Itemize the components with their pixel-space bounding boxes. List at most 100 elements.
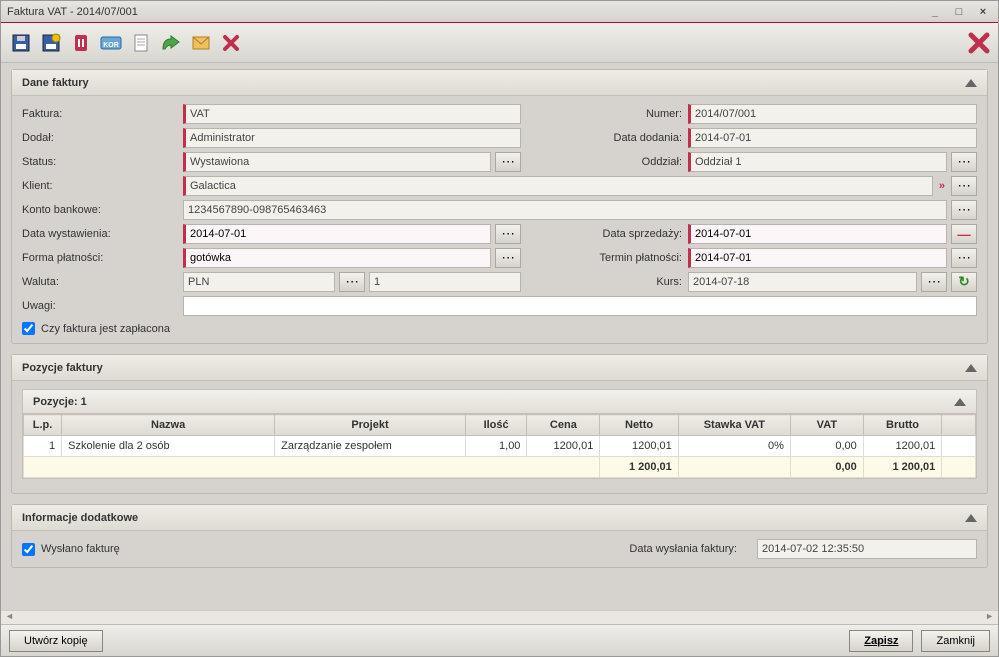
panel-header-info[interactable]: Informacje dodatkowe bbox=[12, 505, 987, 531]
correction-icon[interactable]: KOR bbox=[99, 31, 123, 55]
panel-title: Dane faktury bbox=[22, 77, 89, 89]
col-lp: L.p. bbox=[24, 415, 62, 436]
checkbox-zaplacona[interactable] bbox=[22, 322, 35, 335]
field-data-wyslania[interactable] bbox=[757, 539, 977, 559]
panel-info: Informacje dodatkowe Wysłano fakturę Dat… bbox=[11, 504, 988, 568]
panel-header-dane[interactable]: Dane faktury bbox=[12, 70, 987, 96]
col-brutto: Brutto bbox=[863, 415, 941, 436]
label-oddzial: Oddział: bbox=[527, 156, 682, 168]
collapse-icon[interactable] bbox=[965, 514, 977, 522]
send-icon[interactable] bbox=[159, 31, 183, 55]
panel-title: Informacje dodatkowe bbox=[22, 512, 138, 524]
field-oddzial[interactable] bbox=[688, 152, 947, 172]
field-status[interactable] bbox=[183, 152, 491, 172]
collapse-icon[interactable] bbox=[965, 79, 977, 87]
btn-waluta[interactable]: ⋯ bbox=[339, 272, 365, 292]
document-icon[interactable] bbox=[129, 31, 153, 55]
horizontal-scrollbar[interactable]: ◄► bbox=[1, 610, 998, 624]
field-waluta-num[interactable] bbox=[369, 272, 521, 292]
cell-ilosc: 1,00 bbox=[465, 436, 527, 457]
col-stawka: Stawka VAT bbox=[678, 415, 790, 436]
window-title: Faktura VAT - 2014/07/001 bbox=[7, 6, 138, 18]
arrow-icon[interactable]: » bbox=[937, 180, 947, 192]
save-icon[interactable] bbox=[9, 31, 33, 55]
col-cena: Cena bbox=[527, 415, 600, 436]
field-numer[interactable] bbox=[688, 104, 977, 124]
field-faktura[interactable] bbox=[183, 104, 521, 124]
field-data-dodania[interactable] bbox=[688, 128, 977, 148]
btn-klient[interactable]: ⋯ bbox=[951, 176, 977, 196]
panel-header-pozycje[interactable]: Pozycje faktury bbox=[12, 355, 987, 381]
collapse-icon[interactable] bbox=[965, 364, 977, 372]
label-wyslano: Wysłano fakturę bbox=[41, 543, 120, 555]
table-row[interactable]: 1 Szkolenie dla 2 osób Zarządzanie zespo… bbox=[24, 436, 976, 457]
field-dodal[interactable] bbox=[183, 128, 521, 148]
cell-lp: 1 bbox=[24, 436, 62, 457]
col-ilosc: Ilość bbox=[465, 415, 527, 436]
minimize-button[interactable]: _ bbox=[926, 5, 944, 19]
collapse-icon[interactable] bbox=[954, 398, 966, 406]
field-uwagi[interactable] bbox=[183, 296, 977, 316]
field-kurs[interactable] bbox=[688, 272, 917, 292]
btn-zapisz[interactable]: Zapisz bbox=[849, 630, 913, 652]
field-termin-plat[interactable] bbox=[688, 248, 947, 268]
save-close-icon[interactable] bbox=[39, 31, 63, 55]
cell-nazwa: Szkolenie dla 2 osób bbox=[62, 436, 275, 457]
total-brutto: 1 200,01 bbox=[863, 457, 941, 478]
btn-kurs-refresh[interactable]: ↻ bbox=[951, 272, 977, 292]
cancel-icon[interactable] bbox=[219, 31, 243, 55]
footer: Utwórz kopię Zapisz Zamknij bbox=[1, 624, 998, 656]
content-area: Dane faktury Faktura: Numer: Dodał: Data… bbox=[1, 63, 998, 610]
btn-konto[interactable]: ⋯ bbox=[951, 200, 977, 220]
sub-panel-pozycje: Pozycje: 1 L.p. Nazwa Projekt Ilość Cena bbox=[22, 389, 977, 479]
label-data-dodania: Data dodania: bbox=[527, 132, 682, 144]
maximize-button[interactable]: □ bbox=[950, 5, 968, 19]
label-klient: Klient: bbox=[22, 180, 177, 192]
field-data-sprz[interactable] bbox=[688, 224, 947, 244]
col-nazwa: Nazwa bbox=[62, 415, 275, 436]
field-klient[interactable] bbox=[183, 176, 933, 196]
delete-icon[interactable] bbox=[69, 31, 93, 55]
col-netto: Netto bbox=[600, 415, 678, 436]
label-data-sprz: Data sprzedaży: bbox=[527, 228, 682, 240]
close-button[interactable]: × bbox=[974, 5, 992, 19]
field-forma-plat[interactable] bbox=[183, 248, 491, 268]
sub-panel-header[interactable]: Pozycje: 1 bbox=[23, 390, 976, 414]
btn-oddzial[interactable]: ⋯ bbox=[951, 152, 977, 172]
label-termin-plat: Termin płatności: bbox=[527, 252, 682, 264]
toolbar: KOR bbox=[1, 23, 998, 63]
svg-text:KOR: KOR bbox=[103, 42, 119, 49]
label-faktura: Faktura: bbox=[22, 108, 177, 120]
label-data-wyst: Data wystawienia: bbox=[22, 228, 177, 240]
btn-kurs[interactable]: ⋯ bbox=[921, 272, 947, 292]
invoice-window: Faktura VAT - 2014/07/001 _ □ × KOR Dane… bbox=[0, 0, 999, 657]
mail-icon[interactable] bbox=[189, 31, 213, 55]
cell-vat: 0,00 bbox=[790, 436, 863, 457]
cell-brutto: 1200,01 bbox=[863, 436, 941, 457]
cell-netto: 1200,01 bbox=[600, 436, 678, 457]
total-netto: 1 200,01 bbox=[600, 457, 678, 478]
btn-zamknij[interactable]: Zamknij bbox=[921, 630, 990, 652]
field-data-wyst[interactable] bbox=[183, 224, 491, 244]
label-uwagi: Uwagi: bbox=[22, 300, 177, 312]
btn-forma-plat[interactable]: ⋯ bbox=[495, 248, 521, 268]
btn-status[interactable]: ⋯ bbox=[495, 152, 521, 172]
close-window-icon[interactable] bbox=[966, 31, 990, 55]
btn-data-sprz[interactable]: — bbox=[951, 224, 977, 244]
total-vat: 0,00 bbox=[790, 457, 863, 478]
col-actions bbox=[942, 415, 976, 436]
label-dodal: Dodał: bbox=[22, 132, 177, 144]
label-zaplacona: Czy faktura jest zapłacona bbox=[41, 323, 170, 335]
checkbox-wyslano[interactable] bbox=[22, 543, 35, 556]
btn-data-wyst[interactable]: ⋯ bbox=[495, 224, 521, 244]
field-konto[interactable] bbox=[183, 200, 947, 220]
btn-termin-plat[interactable]: ⋯ bbox=[951, 248, 977, 268]
label-data-wyslania: Data wysłania faktury: bbox=[629, 543, 737, 555]
cell-projekt: Zarządzanie zespołem bbox=[275, 436, 466, 457]
label-forma-plat: Forma płatności: bbox=[22, 252, 177, 264]
panel-title: Pozycje faktury bbox=[22, 362, 103, 374]
label-konto: Konto bankowe: bbox=[22, 204, 177, 216]
label-status: Status: bbox=[22, 156, 177, 168]
field-waluta[interactable] bbox=[183, 272, 335, 292]
btn-kopia[interactable]: Utwórz kopię bbox=[9, 630, 103, 652]
